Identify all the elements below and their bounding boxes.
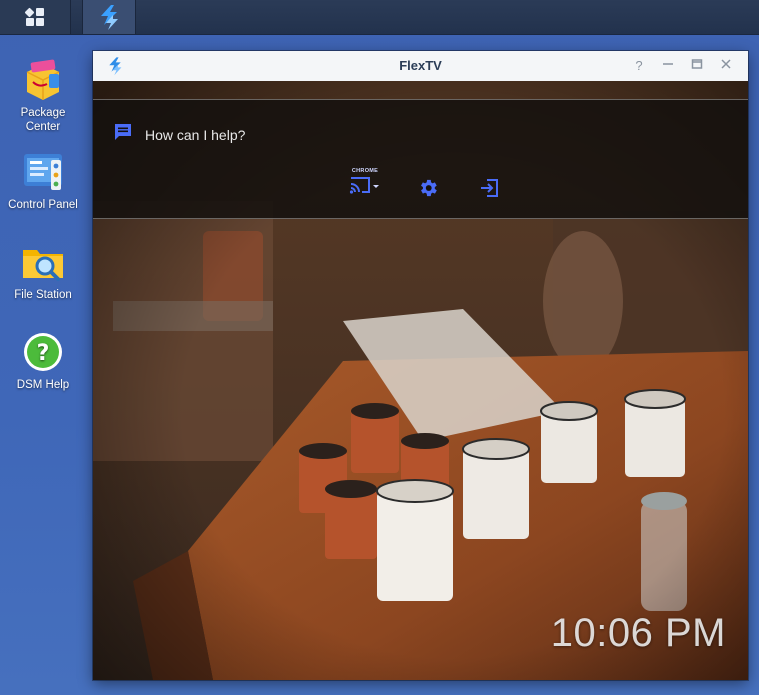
- desktop-icon-dsm-help[interactable]: ? DSM Help: [0, 330, 86, 392]
- flextv-logo-icon: [95, 3, 123, 31]
- main-menu-button[interactable]: [0, 0, 71, 34]
- desktop-icon-file-station[interactable]: File Station: [0, 240, 86, 302]
- taskbar: [0, 0, 759, 35]
- minimize-button[interactable]: [659, 57, 677, 75]
- action-icons: CHROME: [93, 168, 748, 210]
- close-button[interactable]: [717, 57, 735, 75]
- desktop-icon-label: Center: [25, 121, 61, 133]
- desktop-icon-control-panel[interactable]: Control Panel: [0, 150, 86, 212]
- settings-icon: [417, 177, 439, 204]
- flextv-window: FlexTV ? How can I help? CHROME 10:06 PM: [93, 51, 748, 680]
- minimize-icon: [662, 58, 674, 73]
- maximize-icon: [691, 58, 703, 73]
- desktop-icon-label: Package: [20, 107, 66, 119]
- help-prompt-text: How can I help?: [145, 126, 246, 143]
- help-button[interactable]: ?: [630, 57, 648, 75]
- cast-device-label: CHROME: [351, 167, 379, 174]
- logout-button[interactable]: [470, 170, 510, 210]
- settings-button[interactable]: [408, 170, 448, 210]
- desktop-icon-package-center[interactable]: Package Center: [0, 58, 86, 134]
- cast-icon: [349, 176, 381, 201]
- control-panel-icon: [21, 150, 65, 194]
- close-icon: [720, 58, 732, 73]
- desktop-icon-label: File Station: [14, 289, 72, 301]
- chat-icon: [113, 122, 133, 147]
- taskbar-app-flextv[interactable]: [82, 0, 136, 34]
- clock: 10:06 PM: [550, 611, 726, 655]
- window-title: FlexTV: [399, 58, 442, 73]
- assistant-toolbar: How can I help? CHROME: [93, 99, 748, 219]
- desktop-icon-label: DSM Help: [16, 379, 70, 391]
- window-titlebar[interactable]: FlexTV ?: [93, 51, 748, 82]
- maximize-button[interactable]: [688, 57, 706, 75]
- file-station-icon: [21, 240, 65, 284]
- desktop-icon-label: Control Panel: [8, 199, 78, 211]
- logout-icon: [479, 177, 501, 204]
- svg-text:?: ?: [37, 341, 50, 366]
- help-prompt-row[interactable]: How can I help?: [113, 122, 245, 147]
- package-center-icon: [21, 58, 65, 102]
- grid-icon: [24, 6, 46, 28]
- cast-button[interactable]: CHROME: [345, 164, 385, 204]
- app-content: How can I help? CHROME 10:06 PM: [93, 81, 748, 680]
- help-icon: ?: [21, 330, 65, 374]
